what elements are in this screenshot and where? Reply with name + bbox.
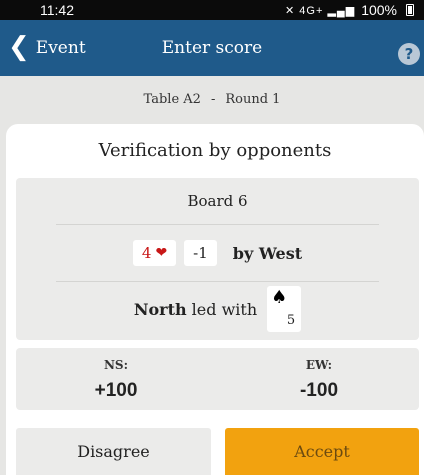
ns-value: +100 — [94, 380, 138, 401]
contract-row: 4 ❤ -1 by West — [16, 240, 419, 266]
nav-bar: Enter score ❮ Event ? — [0, 20, 424, 76]
lead-player: North — [133, 299, 187, 319]
status-time: 11:42 — [40, 2, 74, 18]
round-label: Round 1 — [225, 92, 281, 107]
separator: - — [210, 92, 216, 107]
lead-label: led with — [186, 299, 258, 319]
back-label: Event — [35, 38, 86, 58]
ew-label: EW: — [305, 358, 333, 372]
spade-icon: ♠ — [271, 287, 288, 308]
battery-level: 100% — [361, 2, 397, 18]
accept-button[interactable]: Accept — [225, 428, 419, 475]
declarer-text: by West — [232, 243, 303, 263]
chevron-left-icon: ❮ — [8, 32, 30, 62]
score-card: NS: +100 EW: -100 — [16, 348, 419, 410]
table-label: Table A2 — [143, 92, 201, 107]
sheet-title: Verification by opponents — [98, 140, 332, 161]
contract-chip: 4 ❤ — [132, 240, 177, 266]
card-rank: 5 — [286, 313, 296, 328]
heart-icon: ❤ — [155, 245, 168, 261]
contract-level: 4 — [141, 244, 152, 262]
ns-label: NS: — [103, 358, 129, 372]
help-button[interactable]: ? — [398, 43, 420, 65]
table-round-info: Table A2- Round 1 — [0, 76, 424, 124]
disagree-button[interactable]: Disagree — [16, 428, 211, 475]
ew-score: EW: -100 — [219, 348, 419, 410]
battery-icon — [406, 4, 414, 16]
lead-text: North led with — [134, 300, 257, 319]
status-bar: 11:42 ✕ 4G+ ▂▄▆ 100% — [0, 0, 424, 20]
lead-card: ♠ 5 — [267, 286, 302, 332]
lead-row: North led with ♠ 5 — [16, 286, 419, 332]
back-button[interactable]: ❮ Event — [8, 20, 86, 76]
result-chip: -1 — [184, 240, 217, 266]
divider — [56, 224, 379, 225]
board-card: Board 6 4 ❤ -1 by West North led with ♠ … — [16, 178, 419, 340]
divider — [56, 281, 379, 282]
ns-score: NS: +100 — [16, 348, 216, 410]
board-label: Board 6 — [187, 192, 248, 210]
signal-icon: ✕ 4G+ ▂▄▆ — [285, 4, 356, 17]
verification-sheet: Verification by opponents Board 6 4 ❤ -1… — [6, 124, 424, 475]
ew-value: -100 — [299, 380, 339, 401]
